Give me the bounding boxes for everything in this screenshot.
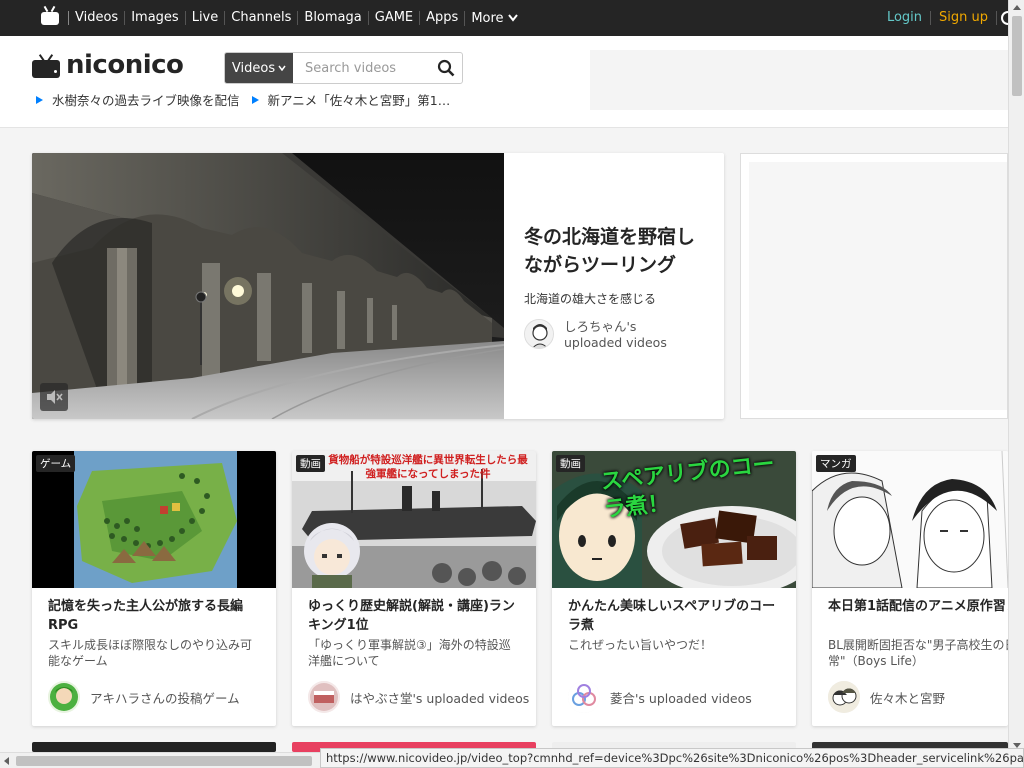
next-row-card[interactable] — [32, 742, 276, 752]
scroll-left-icon[interactable] — [4, 757, 9, 765]
card-owner[interactable]: 佐々木と宮野 — [828, 681, 945, 713]
scroll-thumb[interactable] — [16, 756, 312, 766]
niconico-tv-icon[interactable] — [40, 5, 60, 26]
content-card[interactable]: 動画 スペアリブのコーラ煮！ かんたん美味しいスペアリブのコーラ煮 これぜったい… — [552, 451, 796, 726]
card-title[interactable]: ゆっくり歴史解説(解説・講座)ランキング1位 — [308, 597, 522, 635]
nav-more[interactable]: More — [464, 10, 523, 26]
avatar — [48, 681, 80, 713]
nav-live[interactable]: Live — [184, 11, 225, 25]
service-nav: Videos Images Live Channels Blomaga GAME… — [68, 10, 524, 26]
content-card[interactable]: マンガ 本日第1話配信のアニメ原作習！ BL展開断固拒否な"男子高校生の日常"（… — [812, 451, 1008, 726]
card-thumbnail[interactable]: 動画 スペアリブのコーラ煮！ — [552, 451, 796, 588]
content-card[interactable]: ゲーム 記憶を失った主人公が旅する長編RPG スキル成長ほぼ際限なしのやり込み可… — [32, 451, 276, 726]
featured-description: 北海道の雄大さを感じる — [524, 292, 657, 306]
login-link[interactable]: Login — [879, 11, 930, 25]
category-badge: ゲーム — [36, 455, 76, 472]
featured-video-thumbnail[interactable] — [32, 153, 504, 419]
avatar — [828, 681, 860, 713]
owner-name: 佐々木と宮野 — [870, 690, 946, 706]
vertical-scrollbar[interactable] — [1008, 0, 1024, 752]
card-owner[interactable]: はやぶさ堂's uploaded videos — [308, 681, 529, 713]
owner-name: しろちゃん's uploaded videos — [564, 319, 667, 350]
featured-title[interactable]: 冬の北海道を野宿しながらツーリング — [524, 223, 709, 279]
search-category-select[interactable]: Videos — [225, 53, 293, 83]
chevron-down-icon — [507, 14, 518, 22]
niconico-logo[interactable]: niconico — [32, 50, 184, 80]
avatar — [308, 681, 340, 713]
global-nav-bar: Videos Images Live Channels Blomaga GAME… — [0, 0, 1009, 36]
speaker-muted-icon — [47, 390, 63, 404]
search-input[interactable] — [293, 53, 430, 83]
card-title[interactable]: 記憶を失った主人公が旅する長編RPG — [48, 597, 262, 635]
status-bar-url: https://www.nicovideo.jp/video_top?cmnhd… — [320, 748, 1024, 768]
card-thumbnail[interactable]: ゲーム — [32, 451, 276, 588]
card-owner[interactable]: アキハラさんの投稿ゲーム — [48, 681, 240, 713]
card-description: スキル成長ほぼ際限なしのやり込み可能なゲーム — [48, 638, 253, 668]
card-thumbnail[interactable]: マンガ — [812, 451, 1008, 588]
header-ad-area — [590, 50, 1008, 110]
logo-text: niconico — [66, 50, 184, 80]
search-button[interactable] — [430, 53, 462, 83]
auth-links: Login Sign up — [879, 11, 1009, 25]
featured-owner[interactable]: しろちゃん's uploaded videos — [524, 319, 694, 351]
ticker-item[interactable]: 水樹奈々の過去ライブ映像を配信 — [36, 90, 240, 109]
content-card[interactable]: 動画 貨物船が特設巡洋艦に異世界転生したら最強軍艦になってしまった件 ゆっくり歴… — [292, 451, 536, 726]
nav-more-label: More — [471, 10, 504, 26]
nav-blomaga[interactable]: Blomaga — [297, 11, 367, 25]
card-description: BL展開断固拒否な"男子高校生の日常"（Boys Life） — [828, 638, 1008, 668]
owner-name: 菱合's uploaded videos — [610, 690, 752, 706]
avatar — [568, 681, 600, 713]
nav-apps[interactable]: Apps — [419, 11, 464, 25]
scroll-thumb[interactable] — [1012, 16, 1022, 96]
card-thumbnail[interactable]: 動画 貨物船が特設巡洋艦に異世界転生したら最強軍艦になってしまった件 — [292, 451, 536, 588]
owner-name: はやぶさ堂's uploaded videos — [350, 690, 530, 706]
scroll-up-icon[interactable] — [1013, 5, 1021, 10]
site-header: niconico Videos 水樹奈々の過去ライブ映像を配信 新アニメ「佐々木… — [0, 36, 1008, 128]
ticker-item[interactable]: 新アニメ「佐々木と宮野」第1… — [251, 90, 458, 109]
ticker-text: 新アニメ「佐々木と宮野」第1… — [267, 93, 451, 108]
signup-link[interactable]: Sign up — [930, 11, 996, 25]
mute-button[interactable] — [40, 383, 68, 411]
avatar — [524, 319, 554, 349]
news-ticker: 水樹奈々の過去ライブ映像を配信 新アニメ「佐々木と宮野」第1… — [36, 90, 470, 109]
nav-images[interactable]: Images — [124, 11, 185, 25]
nav-videos[interactable]: Videos — [68, 11, 124, 25]
ticker-text: 水樹奈々の過去ライブ映像を配信 — [52, 93, 240, 108]
chevron-down-icon — [278, 65, 286, 71]
card-owner[interactable]: 菱合's uploaded videos — [568, 681, 752, 713]
card-description: これぜったい旨いやつだ！ — [568, 638, 713, 652]
play-arrow-icon — [251, 95, 259, 104]
category-badge: 動画 — [556, 455, 585, 472]
nav-game[interactable]: GAME — [367, 11, 419, 25]
card-title[interactable]: かんたん美味しいスペアリブのコーラ煮 — [568, 597, 782, 635]
search-icon — [437, 59, 455, 77]
play-arrow-icon — [36, 95, 43, 104]
nav-channels[interactable]: Channels — [224, 11, 297, 25]
account-menu-icon[interactable] — [996, 11, 1009, 25]
featured-video[interactable]: 冬の北海道を野宿しながらツーリング 北海道の雄大さを感じる しろちゃん's up… — [32, 153, 724, 419]
side-ad-area — [740, 153, 1008, 419]
search-bar: Videos — [224, 52, 463, 84]
category-badge: マンガ — [816, 455, 856, 472]
owner-name: アキハラさんの投稿ゲーム — [90, 690, 240, 706]
logo-tv-icon — [32, 54, 60, 78]
card-description: 「ゆっくり軍事解説③」海外の特設巡洋艦について — [308, 638, 511, 668]
thumbnail-caption: 貨物船が特設巡洋艦に異世界転生したら最強軍艦になってしまった件 — [328, 454, 528, 480]
card-title[interactable]: 本日第1話配信のアニメ原作習！ — [828, 597, 1008, 616]
search-category-label: Videos — [231, 60, 276, 76]
